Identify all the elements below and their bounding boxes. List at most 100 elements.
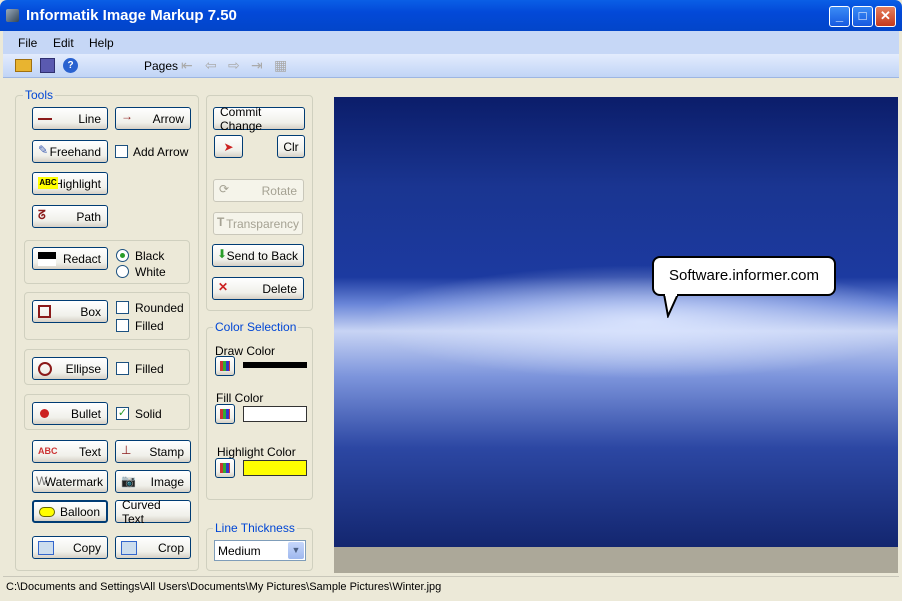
balloon-icon — [39, 507, 55, 517]
open-folder-icon[interactable] — [15, 59, 32, 72]
arrow-label: Arrow — [152, 111, 184, 126]
path-icon: ᘔ — [38, 208, 46, 222]
delete-button[interactable]: ✕ Delete — [212, 277, 304, 300]
highlight-color-swatch — [243, 460, 307, 476]
clr-button[interactable]: Clr — [277, 135, 305, 158]
last-page-icon[interactable]: ⇥ — [251, 57, 263, 74]
text-button[interactable]: ABC Text — [32, 440, 108, 463]
ellipse-label: Ellipse — [65, 361, 101, 376]
curved-text-button[interactable]: Curved Text — [115, 497, 191, 526]
solid-checkbox[interactable]: ✓ — [116, 407, 129, 420]
rotate-button[interactable]: ⟳ Rotate — [213, 179, 304, 202]
help-icon[interactable]: ? — [63, 58, 78, 73]
chevron-down-icon[interactable]: ▼ — [288, 542, 304, 559]
redact-button[interactable]: Redact — [32, 247, 108, 270]
crop-icon — [121, 541, 137, 555]
text-icon: ABC — [38, 446, 58, 456]
save-icon[interactable] — [40, 58, 55, 73]
fill-color-swatch — [243, 406, 307, 422]
copy-label: Copy — [72, 540, 101, 555]
highlight-button[interactable]: ABC Highlight — [32, 172, 108, 195]
minimize-button[interactable]: _ — [829, 6, 850, 27]
balloon-button[interactable]: Balloon — [32, 500, 108, 523]
highlight-label: Highlight — [54, 176, 101, 191]
add-arrow-label: Add Arrow — [133, 145, 189, 159]
rotate-label: Rotate — [261, 183, 297, 198]
window-title: Informatik Image Markup 7.50 — [26, 7, 237, 24]
send-to-back-button[interactable]: ⬇ Send to Back — [212, 244, 304, 267]
transparency-icon: T — [217, 215, 225, 229]
rounded-checkbox[interactable] — [116, 301, 129, 314]
copy-button[interactable]: Copy — [32, 536, 108, 559]
select-pointer-button[interactable]: ➤ — [214, 135, 243, 158]
stamp-label: Stamp — [149, 444, 184, 459]
ellipse-filled-checkbox[interactable] — [116, 362, 129, 375]
draw-color-swatch — [243, 362, 307, 368]
add-arrow-checkbox[interactable] — [115, 145, 128, 158]
title-bar: Informatik Image Markup 7.50 _ □ ✕ — [0, 0, 902, 31]
black-label: Black — [135, 249, 165, 263]
box-icon — [38, 305, 51, 318]
highlight-color-picker-button[interactable] — [215, 458, 235, 478]
copy-icon — [38, 541, 54, 555]
ellipse-button[interactable]: Ellipse — [32, 357, 108, 380]
balloon-label: Balloon — [59, 504, 100, 519]
color-selection-title: Color Selection — [213, 320, 299, 334]
white-radio[interactable] — [116, 265, 129, 278]
menu-edit[interactable]: Edit — [53, 36, 74, 50]
box-button[interactable]: Box — [32, 300, 108, 323]
black-radio[interactable] — [116, 249, 129, 262]
close-button[interactable]: ✕ — [875, 6, 896, 27]
balloon-tail — [663, 294, 679, 318]
text-label: Text — [78, 444, 101, 459]
redact-icon — [38, 252, 56, 266]
toolbar: ? Pages ⇤ ⇦ ⇨ ⇥ ▦ — [3, 54, 899, 78]
send-back-icon: ⬇ — [217, 247, 228, 261]
winter-image — [334, 97, 898, 547]
palette-icon — [220, 463, 230, 473]
arrow-button[interactable]: → Arrow — [115, 107, 191, 130]
curved-text-label: Curved Text — [122, 497, 161, 526]
menu-file[interactable]: File — [18, 36, 37, 50]
watermark-label: Watermark — [44, 474, 103, 489]
fill-color-picker-button[interactable] — [215, 404, 235, 424]
tools-title: Tools — [23, 88, 56, 102]
line-label: Line — [78, 111, 101, 126]
watermark-button[interactable]: W Watermark — [32, 470, 108, 493]
next-page-icon[interactable]: ⇨ — [228, 57, 240, 74]
crop-label: Crop — [157, 540, 184, 555]
bullet-icon — [40, 409, 49, 418]
box-filled-checkbox[interactable] — [116, 319, 129, 332]
highlight-icon: ABC — [38, 177, 58, 189]
thumbnails-icon[interactable]: ▦ — [274, 57, 287, 74]
box-filled-label: Filled — [135, 319, 164, 333]
line-thickness-select[interactable]: Medium ▼ — [214, 540, 306, 561]
prev-page-icon[interactable]: ⇦ — [205, 57, 217, 74]
freehand-button[interactable]: ✎ Freehand — [32, 140, 108, 163]
image-button[interactable]: 📷 Image — [115, 470, 191, 493]
line-button[interactable]: Line — [32, 107, 108, 130]
rounded-label: Rounded — [135, 301, 184, 315]
send-to-back-label: Send to Back — [226, 248, 298, 263]
redact-label: Redact — [62, 251, 101, 266]
menu-help[interactable]: Help — [89, 36, 114, 50]
pointer-icon: ➤ — [223, 139, 234, 154]
box-label: Box — [80, 304, 101, 319]
status-file-path: C:\Documents and Settings\All Users\Docu… — [6, 581, 442, 593]
watermark-icon: W — [36, 474, 48, 488]
path-button[interactable]: ᘔ Path — [32, 205, 108, 228]
white-label: White — [135, 265, 166, 279]
bullet-button[interactable]: Bullet — [32, 402, 108, 425]
fill-color-label: Fill Color — [216, 391, 264, 405]
canvas-area[interactable]: Software.informer.com — [334, 97, 898, 573]
stamp-button[interactable]: ⊥ Stamp — [115, 440, 191, 463]
ellipse-icon — [38, 362, 52, 376]
crop-button[interactable]: Crop — [115, 536, 191, 559]
transparency-button[interactable]: T Transparency — [213, 212, 303, 235]
draw-color-picker-button[interactable] — [215, 356, 235, 376]
balloon-annotation[interactable]: Software.informer.com — [652, 256, 836, 318]
commit-change-button[interactable]: Commit Change — [213, 105, 305, 133]
first-page-icon[interactable]: ⇤ — [181, 57, 193, 74]
maximize-button[interactable]: □ — [852, 6, 873, 27]
line-icon — [38, 112, 54, 126]
